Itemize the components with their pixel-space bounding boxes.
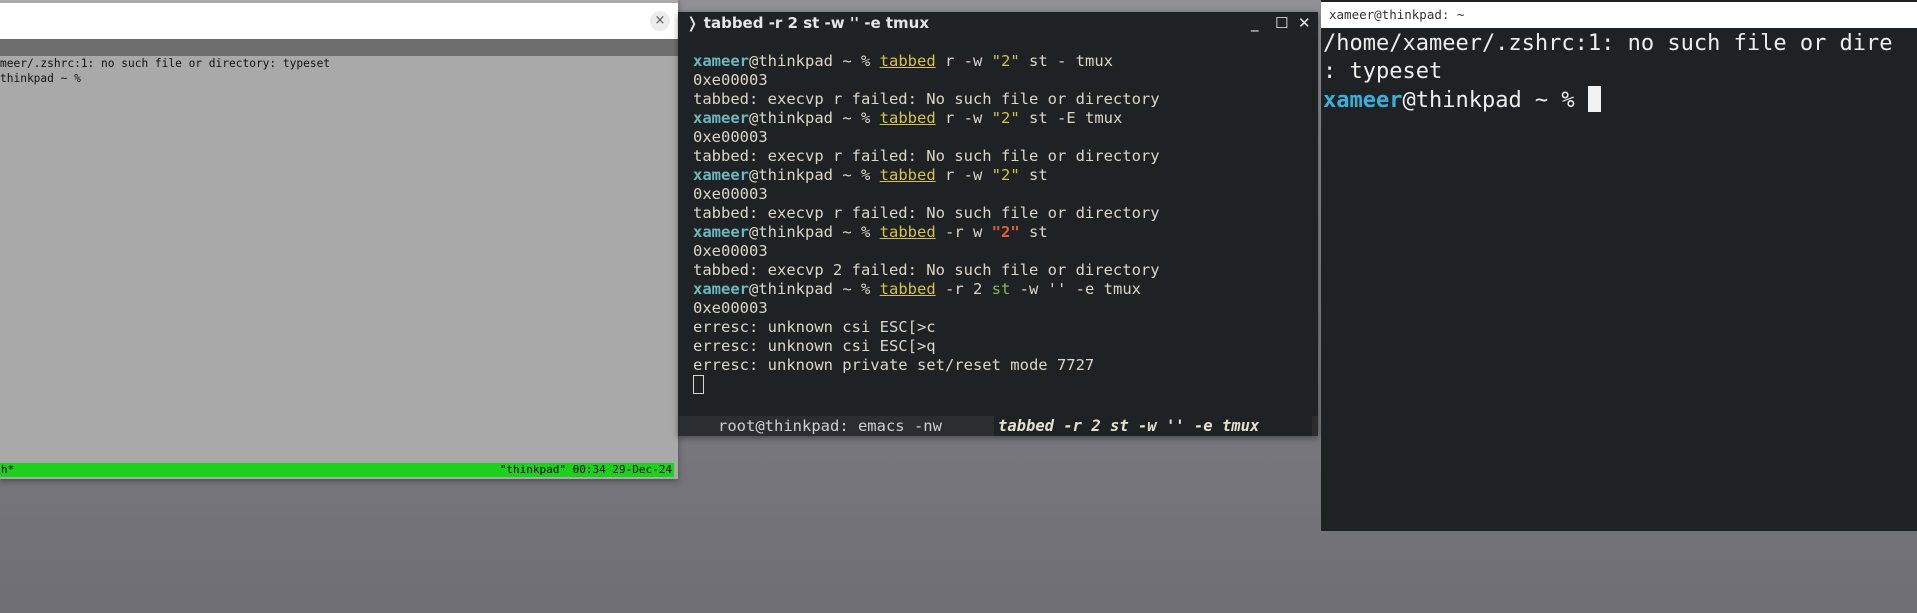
- command-name: tabbed: [879, 109, 936, 127]
- prompt-user: xameer: [693, 52, 749, 70]
- command-program-arg: st: [991, 280, 1011, 298]
- output-line: 0xe00003: [693, 185, 768, 203]
- tmux-status-bar: h* "thinkpad" 00:34 29-Dec-24: [0, 463, 674, 477]
- terminal-cursor: [1587, 86, 1601, 112]
- output-line: tabbed: execvp r failed: No such file or…: [693, 90, 1160, 108]
- prompt-line: xameer@thinkpad ~ % tabbed -r 2 st -w ''…: [693, 280, 1313, 299]
- output-line: tabbed: execvp 2 failed: No such file or…: [693, 261, 1160, 279]
- command-args: -r 2: [935, 280, 992, 298]
- command-args: -w '' -e tmux: [1010, 280, 1141, 298]
- command-name: tabbed: [879, 166, 936, 184]
- prompt-host: @thinkpad ~ %: [749, 52, 871, 70]
- left-terminal-window[interactable]: × meer/.zshrc:1: no such file or directo…: [0, 0, 678, 479]
- tabbed-tab-bar: root@thinkpad: emacs -nw tabbed -r 2 st …: [678, 416, 1318, 436]
- prompt-host: @thinkpad ~ %: [749, 280, 871, 298]
- output-line: tabbed: execvp r failed: No such file or…: [693, 204, 1160, 222]
- prompt-line: xameer@thinkpad ~ %: [1323, 86, 1917, 114]
- prompt-host: @thinkpad ~ %: [1402, 88, 1588, 113]
- prompt-host: @thinkpad ~ %: [749, 166, 871, 184]
- command-args: st: [1019, 166, 1048, 184]
- terminal-cursor: [693, 375, 704, 394]
- command-name: tabbed: [879, 280, 936, 298]
- output-line: /home/xameer/.zshrc:1: no such file or d…: [1323, 31, 1893, 56]
- prompt-line: xameer@thinkpad ~ % tabbed r -w "2" st: [693, 166, 1313, 185]
- tabbed-window-titlebar[interactable]: ❭ tabbed -r 2 st -w '' -e tmux _ ☐ ✕: [678, 12, 1318, 36]
- prompt-user: xameer: [1323, 88, 1403, 113]
- output-line: 0xe00003: [693, 71, 768, 89]
- output-line: tabbed: execvp r failed: No such file or…: [693, 147, 1160, 165]
- prompt-host: @thinkpad ~ %: [749, 109, 871, 127]
- tab-tabbed-active[interactable]: tabbed -r 2 st -w '' -e tmux: [994, 416, 1312, 436]
- right-terminal-output[interactable]: /home/xameer/.zshrc:1: no such file or d…: [1323, 30, 1917, 114]
- close-icon[interactable]: ×: [650, 11, 670, 31]
- terminal-line: thinkpad ~ %: [0, 72, 81, 85]
- command-string-arg: "2": [991, 223, 1020, 241]
- right-terminal-window[interactable]: xameer@thinkpad: ~ /home/xameer/.zshrc:1…: [1321, 0, 1917, 531]
- tabbed-terminal-output[interactable]: xameer@thinkpad ~ % tabbed r -w "2" st -…: [693, 52, 1313, 394]
- tmux-status-left: h*: [1, 463, 15, 476]
- command-args: r -w: [935, 52, 992, 70]
- tabbed-terminal-window[interactable]: ❭ tabbed -r 2 st -w '' -e tmux _ ☐ ✕ xam…: [678, 12, 1318, 436]
- command-string-arg: "2": [991, 52, 1020, 70]
- window-title: ❭ tabbed -r 2 st -w '' -e tmux: [686, 14, 930, 32]
- command-args: st: [1019, 223, 1048, 241]
- left-window-titlebar[interactable]: ×: [0, 3, 678, 40]
- output-line: 0xe00003: [693, 242, 768, 260]
- output-line: 0xe00003: [693, 299, 768, 317]
- output-line: erresc: unknown csi ESC[>c: [693, 318, 936, 336]
- command-name: tabbed: [879, 52, 936, 70]
- terminal-line: meer/.zshrc:1: no such file or directory…: [0, 57, 331, 70]
- prompt-line: xameer@thinkpad ~ % tabbed r -w "2" st -…: [693, 52, 1313, 71]
- output-line: : typeset: [1323, 59, 1443, 84]
- command-args: st - tmux: [1019, 52, 1113, 70]
- command-string-arg: "2": [991, 166, 1020, 184]
- close-icon[interactable]: ✕: [1298, 14, 1311, 32]
- prompt-user: xameer: [693, 109, 749, 127]
- prompt-host: @thinkpad ~ %: [749, 223, 871, 241]
- output-line: 0xe00003: [693, 128, 768, 146]
- command-string-arg: "2": [991, 109, 1020, 127]
- right-window-titlebar[interactable]: xameer@thinkpad: ~: [1321, 2, 1917, 28]
- prompt-user: xameer: [693, 223, 749, 241]
- command-args: r -w: [935, 166, 992, 184]
- maximize-icon[interactable]: ☐: [1275, 14, 1288, 32]
- command-name: tabbed: [879, 223, 936, 241]
- output-line: erresc: unknown private set/reset mode 7…: [693, 356, 1095, 374]
- command-args: r -w: [935, 109, 992, 127]
- left-terminal-output[interactable]: meer/.zshrc:1: no such file or directory…: [0, 56, 678, 461]
- prompt-line: xameer@thinkpad ~ % tabbed r -w "2" st -…: [693, 109, 1313, 128]
- tab-emacs[interactable]: root@thinkpad: emacs -nw: [682, 416, 994, 436]
- output-line: erresc: unknown csi ESC[>q: [693, 337, 936, 355]
- prompt-user: xameer: [693, 280, 749, 298]
- tmux-status-right: "thinkpad" 00:34 29-Dec-24: [499, 463, 672, 476]
- left-window-tab-strip: [0, 39, 678, 56]
- command-args: st -E tmux: [1019, 109, 1123, 127]
- minimize-icon[interactable]: _: [1251, 14, 1259, 32]
- prompt-line: xameer@thinkpad ~ % tabbed -r w "2" st: [693, 223, 1313, 242]
- cursor-line: [693, 375, 1313, 394]
- command-args: -r w: [935, 223, 992, 241]
- window-title: xameer@thinkpad: ~: [1329, 7, 1465, 22]
- prompt-user: xameer: [693, 166, 749, 184]
